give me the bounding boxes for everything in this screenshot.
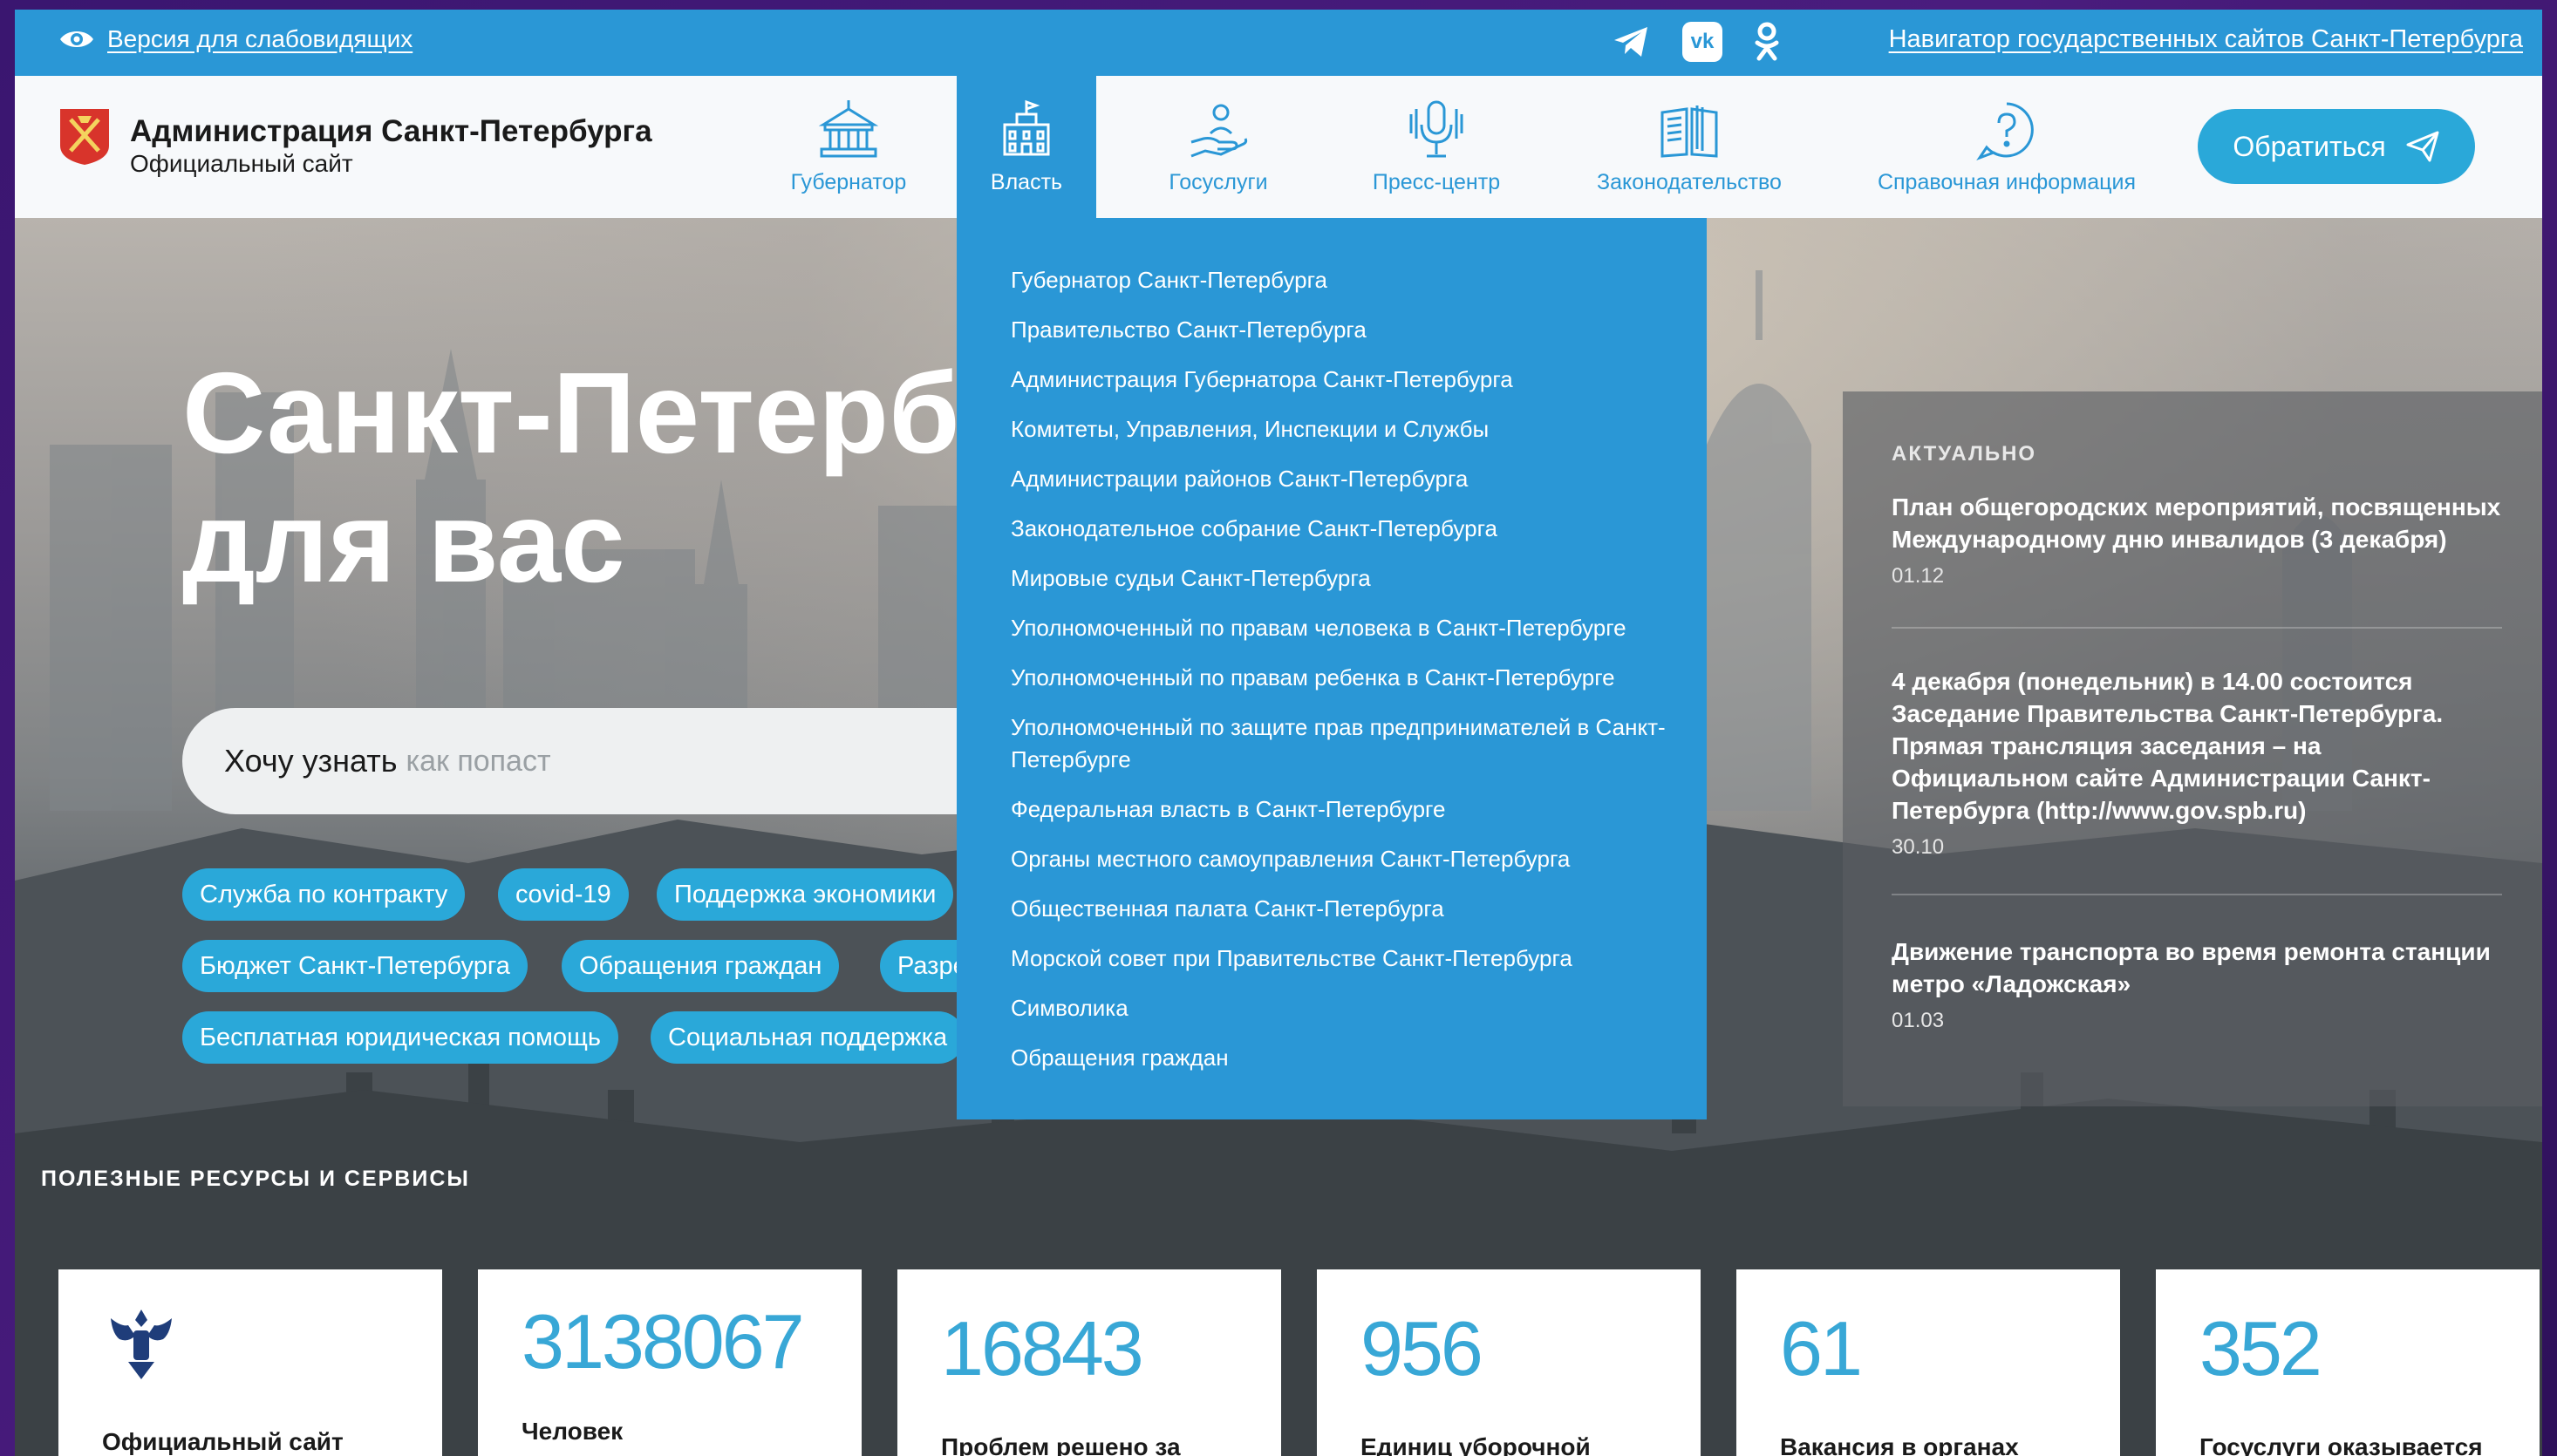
dropdown-item[interactable]: Губернатор Санкт-Петербурга [1011, 264, 1674, 296]
resource-card[interactable]: 61 Вакансия в органах [1736, 1269, 2120, 1456]
dropdown-item[interactable]: Администрация Губернатора Санкт-Петербур… [1011, 364, 1674, 396]
resource-card-caption: Единиц уборочной [1360, 1433, 1591, 1456]
tag-covid[interactable]: covid-19 [498, 868, 629, 921]
news-title: 4 декабря (понедельник) в 14.00 состоитс… [1892, 668, 2444, 824]
dropdown-item[interactable]: Мировые судьи Санкт-Петербурга [1011, 562, 1674, 595]
resource-card-caption: Проблем решено за [941, 1433, 1181, 1456]
tag-social-support[interactable]: Социальная поддержка [651, 1011, 965, 1064]
dropdown-item[interactable]: Символика [1011, 992, 1674, 1024]
dropdown-item[interactable]: Уполномоченный по правам ребенка в Санкт… [1011, 662, 1674, 694]
question-icon [1976, 102, 2034, 161]
dropdown-item[interactable]: Морской совет при Правительстве Санкт-Пе… [1011, 942, 1674, 975]
nav-item-label: Пресс-центр [1372, 170, 1501, 194]
search-lead-text: Хочу узнать [224, 743, 398, 779]
dropdown-item[interactable]: Уполномоченный по защите прав предприним… [1011, 711, 1674, 776]
resource-card[interactable]: 956 Единиц уборочной [1317, 1269, 1701, 1456]
resource-card-caption: Госуслуги оказывается [2199, 1433, 2483, 1456]
dropdown-item[interactable]: Законодательное собрание Санкт-Петербург… [1011, 513, 1674, 545]
news-date: 30.10 [1892, 835, 1945, 859]
news-date: 01.03 [1892, 1009, 1945, 1032]
search-placeholder: как попаст [406, 744, 551, 778]
dropdown-item[interactable]: Комитеты, Управления, Инспекции и Службы [1011, 413, 1674, 446]
site-header: Администрация Санкт-Петербурга Официальн… [15, 76, 2542, 218]
news-divider [1892, 894, 2502, 895]
spb-emblem-logo[interactable] [58, 107, 111, 167]
nav-item-label: Законодательство [1597, 170, 1782, 194]
contact-button-label: Обратиться [2233, 130, 2386, 162]
nav-item-reference-info[interactable]: Справочная информация [1867, 76, 2146, 218]
news-item[interactable]: 4 декабря (понедельник) в 14.00 состоитс… [1892, 665, 2502, 860]
nav-item-label: Губернатор [790, 170, 907, 194]
resource-card-number: 16843 [941, 1305, 1144, 1391]
vk-icon[interactable]: vk [1682, 22, 1722, 62]
tag-contract-service[interactable]: Служба по контракту [182, 868, 466, 921]
nav-item-governor[interactable]: Губернатор [761, 76, 936, 218]
resource-card-number: 61 [1780, 1305, 1863, 1391]
tag-legal-aid[interactable]: Бесплатная юридическая помощь [182, 1011, 618, 1064]
nav-item-label: Госуслуги [1169, 170, 1268, 194]
resource-card-caption: Вакансия в органах [1780, 1433, 2019, 1456]
nav-item-label: Власть [990, 170, 1063, 194]
dropdown-item[interactable]: Обращения граждан [1011, 1042, 1674, 1074]
hero-title: Санкт-Петерб для вас [182, 349, 960, 606]
site-subtitle: Официальный сайт [130, 150, 353, 177]
dropdown-item[interactable]: Уполномоченный по правам человека в Санк… [1011, 612, 1674, 644]
power-dropdown-menu: Губернатор Санкт-Петербурга Правительств… [957, 218, 1707, 1119]
browser-viewport: Версия для слабовидящих vk Навигатор гос… [15, 10, 2542, 1456]
dropdown-item[interactable]: Органы местного самоуправления Санкт-Пет… [1011, 843, 1674, 875]
book-icon [1660, 105, 1718, 158]
dropdown-item[interactable]: Общественная палата Санкт-Петербурга [1011, 893, 1674, 925]
news-item[interactable]: План общегородских мероприятий, посвящен… [1892, 491, 2502, 589]
resources-heading: ПОЛЕЗНЫЕ РЕСУРСЫ И СЕРВИСЫ [41, 1167, 470, 1191]
accessibility-label: Версия для слабовидящих [107, 25, 413, 52]
news-title: План общегородских мероприятий, посвящен… [1892, 493, 2501, 553]
accessibility-link[interactable]: Версия для слабовидящих [58, 25, 413, 53]
telegram-icon[interactable] [1613, 24, 1651, 59]
news-heading: АКТУАЛЬНО [1892, 442, 2037, 466]
nav-item-gosuslugi[interactable]: Госуслуги [1131, 76, 1306, 218]
hand-service-icon [1190, 104, 1248, 158]
news-item[interactable]: Движение транспорта во время ремонта ста… [1892, 936, 2502, 1033]
dropdown-item[interactable]: Федеральная власть в Санкт-Петербурге [1011, 793, 1674, 826]
resource-card-caption: Официальный сайт [102, 1428, 344, 1455]
news-title: Движение транспорта во время ремонта ста… [1892, 938, 2491, 997]
city-hall-icon [1003, 99, 1050, 156]
nav-item-power[interactable]: Власть [957, 76, 1096, 218]
nav-item-press-center[interactable]: Пресс-центр [1349, 76, 1524, 218]
news-panel: АКТУАЛЬНО План общегородских мероприятий… [1843, 391, 2542, 1106]
dropdown-item[interactable]: Правительство Санкт-Петербурга [1011, 314, 1674, 346]
nav-item-legislation[interactable]: Законодательство [1585, 76, 1794, 218]
contact-button[interactable]: Обратиться [2198, 109, 2475, 184]
resource-card[interactable]: 16843 Проблем решено за [897, 1269, 1281, 1456]
news-date: 01.12 [1892, 564, 1945, 588]
tag-citizen-appeals[interactable]: Обращения граждан [562, 940, 840, 992]
top-bar: Версия для слабовидящих vk Навигатор гос… [15, 10, 2542, 76]
dropdown-item[interactable]: Администрации районов Санкт-Петербурга [1011, 463, 1674, 495]
paper-plane-icon [2406, 131, 2439, 162]
resource-card[interactable]: 3138067 Человек [478, 1269, 862, 1456]
coat-of-arms-icon [111, 1310, 172, 1379]
government-building-icon [818, 100, 879, 158]
site-title[interactable]: Администрация Санкт-Петербурга [130, 114, 652, 149]
resource-card[interactable]: Официальный сайт [58, 1269, 442, 1456]
tag-budget[interactable]: Бюджет Санкт-Петербурга [182, 940, 528, 992]
resource-card-number: 956 [1360, 1305, 1483, 1391]
resource-card-number: 3138067 [522, 1298, 805, 1385]
resource-card-caption: Человек [522, 1418, 624, 1445]
social-links: vk [1613, 22, 1780, 62]
resource-card[interactable]: 352 Госуслуги оказывается [2156, 1269, 2540, 1456]
nav-item-label: Справочная информация [1877, 170, 2137, 194]
microphone-icon [1409, 100, 1463, 158]
sites-navigator-link[interactable]: Навигатор государственных сайтов Санкт-П… [1889, 25, 2523, 54]
eye-icon [60, 31, 93, 47]
resource-card-number: 352 [2199, 1305, 2322, 1391]
tag-economy-support[interactable]: Поддержка экономики [657, 868, 954, 921]
odnoklassniki-icon[interactable] [1754, 22, 1780, 62]
news-divider [1892, 627, 2502, 629]
